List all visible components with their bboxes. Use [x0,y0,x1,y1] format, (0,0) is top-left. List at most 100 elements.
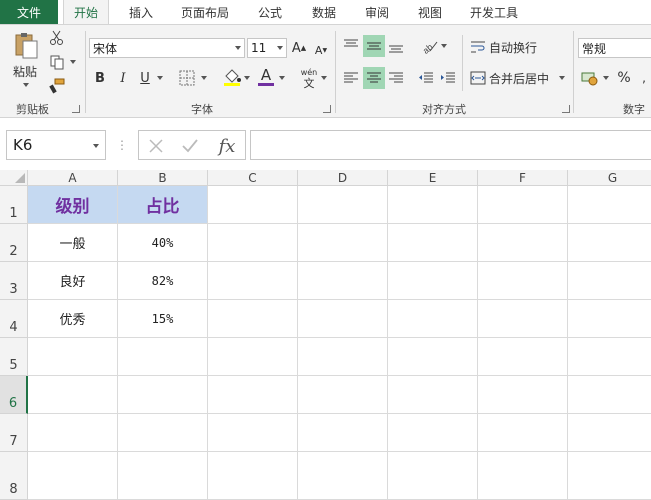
cell-a2[interactable]: 一般 [28,224,118,262]
grid-cell[interactable] [28,452,118,500]
grid-cell[interactable] [208,414,298,452]
grid-cell[interactable] [388,414,478,452]
grid-cell[interactable] [478,338,568,376]
cell-a1[interactable]: 级别 [28,186,118,224]
grid-cell[interactable] [298,186,388,224]
grid-cell[interactable] [208,338,298,376]
phonetic-dropdown-icon[interactable] [321,76,327,80]
format-painter-icon[interactable] [47,77,67,95]
cut-icon[interactable] [47,29,67,47]
cell-b3[interactable]: 82% [118,262,208,300]
underline-dropdown-icon[interactable] [157,76,163,80]
grid-cell[interactable] [388,186,478,224]
cancel-icon[interactable] [145,135,167,157]
align-right-icon[interactable] [386,67,406,89]
tab-file[interactable]: 文件 [0,0,58,24]
row-header-3[interactable]: 3 [0,262,28,300]
tab-home[interactable]: 开始 [63,0,110,25]
grid-cell[interactable] [478,414,568,452]
grid-cell[interactable] [568,262,651,300]
font-color-button[interactable]: A [256,66,276,88]
row-header-1[interactable]: 1 [0,186,28,224]
cell-a4[interactable]: 优秀 [28,300,118,338]
column-header-b[interactable]: B [118,170,208,186]
decrease-indent-icon[interactable] [416,67,436,89]
column-header-c[interactable]: C [208,170,298,186]
grid-cell[interactable] [478,262,568,300]
grid-cell[interactable] [208,300,298,338]
formula-input[interactable] [250,130,651,160]
grid-cell[interactable] [298,338,388,376]
grid-cell[interactable] [568,338,651,376]
accounting-format-icon[interactable] [580,67,600,89]
orientation-icon[interactable]: ab [418,35,440,57]
grip-icon[interactable]: ⋮ [116,136,128,154]
grid-cell[interactable] [208,224,298,262]
alignment-launcher-icon[interactable] [562,105,570,113]
tab-developer[interactable]: 开发工具 [470,0,518,24]
grid-cell[interactable] [298,224,388,262]
font-color-dropdown-icon[interactable] [279,76,285,80]
grid-cell[interactable] [568,452,651,500]
comma-style-icon[interactable]: , [638,67,650,89]
underline-button[interactable]: U [136,67,154,89]
tab-review[interactable]: 审阅 [365,0,389,24]
merge-center-button[interactable]: 合并后居中 [489,67,549,89]
row-header-6[interactable]: 6 [0,376,28,414]
grid-cell[interactable] [28,414,118,452]
grid-cell[interactable] [568,186,651,224]
phonetic-button[interactable]: wén 文 [298,66,320,90]
grid-cell[interactable] [208,452,298,500]
grid-cell[interactable] [478,452,568,500]
column-header-f[interactable]: F [478,170,568,186]
accounting-dropdown-icon[interactable] [603,76,609,80]
cell-b1[interactable]: 占比 [118,186,208,224]
italic-button[interactable]: I [114,67,132,89]
cell-b4[interactable]: 15% [118,300,208,338]
grid-cell[interactable] [568,300,651,338]
copy-icon[interactable] [47,53,67,71]
grid-cell[interactable] [118,376,208,414]
select-all-corner[interactable] [0,170,28,186]
grid-cell[interactable] [208,376,298,414]
increase-font-icon[interactable]: A ▲ [291,38,307,58]
decrease-font-icon[interactable]: A ▼ [313,40,329,60]
column-header-a[interactable]: A [28,170,118,186]
grid-cell[interactable] [568,376,651,414]
grid-cell[interactable] [118,414,208,452]
paste-icon[interactable] [10,31,42,61]
align-bottom-icon[interactable] [386,35,406,57]
grid-cell[interactable] [388,224,478,262]
paste-dropdown-icon[interactable] [23,83,29,87]
border-icon[interactable] [178,69,196,87]
border-dropdown-icon[interactable] [201,76,207,80]
font-size-select[interactable]: 11 [247,38,287,58]
grid-cell[interactable] [478,224,568,262]
grid-cell[interactable] [388,262,478,300]
align-left-icon[interactable] [341,67,361,89]
orientation-dropdown-icon[interactable] [441,44,447,48]
grid-cell[interactable] [208,262,298,300]
merge-center-icon[interactable] [469,67,487,89]
name-box-dropdown-icon[interactable] [93,144,99,148]
font-name-select[interactable]: 宋体 [89,38,245,58]
bold-button[interactable]: B [91,67,109,89]
enter-icon[interactable] [179,135,201,157]
grid-cell[interactable] [298,414,388,452]
font-launcher-icon[interactable] [323,105,331,113]
tab-formulas[interactable]: 公式 [258,0,282,24]
paste-button[interactable]: 粘贴 [10,63,40,79]
fill-color-icon[interactable] [221,66,243,88]
merge-dropdown-icon[interactable] [559,76,565,80]
grid-cell[interactable] [478,300,568,338]
column-header-g[interactable]: G [568,170,651,186]
row-header-8[interactable]: 8 [0,452,28,500]
grid-cell[interactable] [118,338,208,376]
clipboard-launcher-icon[interactable] [72,105,80,113]
grid-cell[interactable] [568,414,651,452]
grid-cell[interactable] [388,452,478,500]
grid-cell[interactable] [388,300,478,338]
wrap-text-icon[interactable] [469,37,487,57]
insert-function-button[interactable]: fx [215,134,239,158]
column-header-d[interactable]: D [298,170,388,186]
